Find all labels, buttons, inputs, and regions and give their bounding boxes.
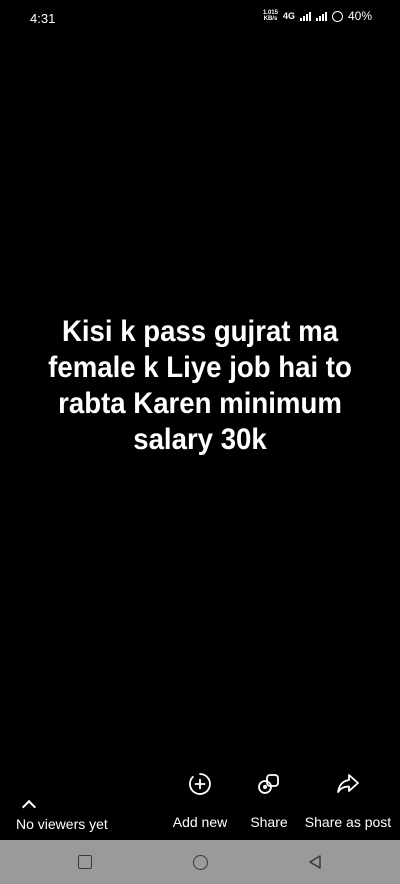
- signal-2-icon: [315, 11, 327, 21]
- network-speed-unit: KB/s: [263, 16, 278, 22]
- share-apps-icon: [255, 770, 283, 798]
- status-time: 4:31: [30, 11, 56, 26]
- viewers-label[interactable]: No viewers yet: [16, 816, 108, 832]
- status-bar: 4:31 1.015 KB/s 4G 40%: [0, 0, 400, 36]
- network-type: 4G: [282, 11, 295, 21]
- forward-arrow-icon: [334, 770, 362, 798]
- story-bottom-bar: No viewers yet Add new Share Share as po…: [0, 770, 400, 840]
- share-label: Share: [250, 814, 288, 830]
- navigation-bar: [0, 840, 400, 884]
- home-circle-icon[interactable]: [191, 853, 209, 871]
- network-speed: 1.015 KB/s: [263, 10, 278, 22]
- signal-1-icon: [299, 11, 311, 21]
- chevron-up-icon[interactable]: [21, 799, 37, 815]
- status-indicators: 1.015 KB/s 4G 40%: [263, 9, 372, 23]
- recents-square-icon[interactable]: [76, 853, 94, 871]
- battery-icon: [331, 10, 343, 22]
- share-as-post-button[interactable]: Share as post: [298, 770, 398, 830]
- back-triangle-icon[interactable]: [306, 853, 324, 871]
- add-new-button[interactable]: Add new: [168, 770, 232, 830]
- story-text: Kisi k pass gujrat ma female k Liye job …: [48, 315, 352, 456]
- share-button[interactable]: Share: [244, 770, 294, 830]
- add-circle-icon: [186, 770, 214, 798]
- share-as-post-label: Share as post: [304, 814, 392, 830]
- add-new-label: Add new: [172, 814, 228, 830]
- battery-percentage: 40%: [347, 9, 372, 23]
